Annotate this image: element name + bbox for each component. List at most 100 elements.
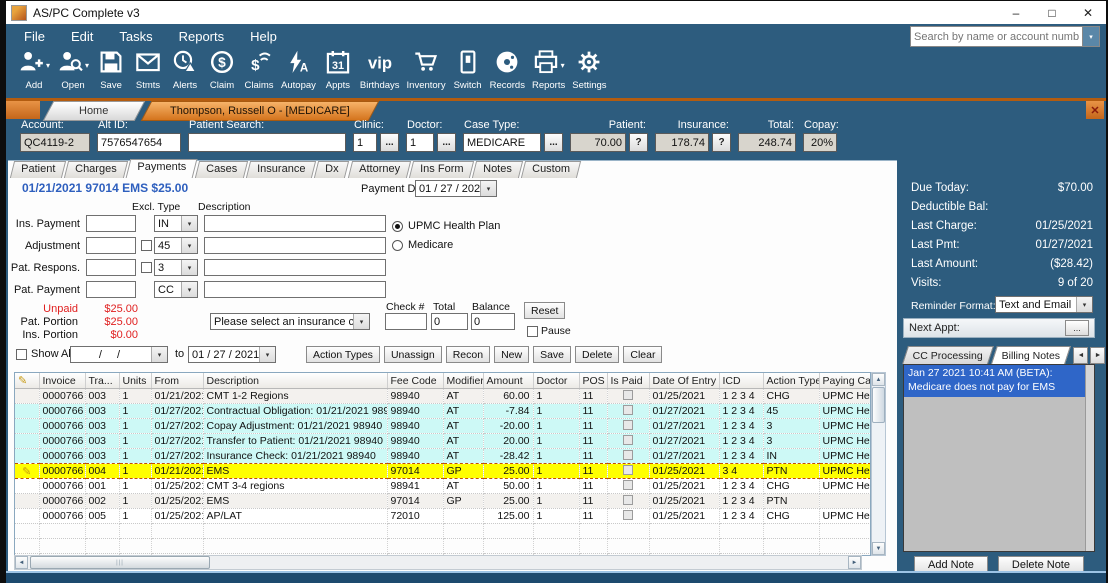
menu-help[interactable]: Help (250, 29, 277, 44)
patient-field[interactable]: 70.00 (570, 133, 626, 152)
col-header-doctor[interactable]: Doctor (533, 373, 579, 389)
payment-date-select[interactable]: 01 / 27 / 2021▾ (415, 180, 497, 197)
col-header-action-type[interactable]: Action Type (763, 373, 819, 389)
toolbar-alerts[interactable]: Alerts (170, 49, 200, 98)
copay-field[interactable]: 20% (803, 133, 837, 152)
tab-scroll-right-icon[interactable]: ► (1090, 347, 1105, 364)
grid-horizontal-scrollbar[interactable]: ◄ ||| ► (14, 555, 862, 570)
menu-file[interactable]: File (24, 29, 45, 44)
billing-note[interactable]: Jan 27 2021 10:41 AM (BETA): Medicare do… (904, 365, 1086, 397)
tab-attorney[interactable]: Attorney (348, 161, 411, 178)
search-dropdown-button[interactable]: ▾ (1082, 27, 1099, 46)
tab-insurance[interactable]: Insurance (246, 161, 317, 178)
notes-scrollbar[interactable] (1085, 365, 1094, 551)
grid-vertical-scrollbar[interactable]: ▲ ▼ (871, 372, 886, 556)
ins-payment-type-select[interactable]: IN▾ (154, 215, 198, 232)
show-all-checkbox[interactable] (16, 349, 27, 360)
ins-payment-description-input[interactable] (204, 215, 386, 232)
tab-payments[interactable]: Payments (125, 159, 197, 178)
col-header-date-of-entry[interactable]: Date Of Entry (649, 373, 719, 389)
close-icon[interactable]: ✕ (1070, 1, 1106, 24)
pat-payment-type-select[interactable]: CC▾ (154, 281, 198, 298)
unassign-button[interactable]: Unassign (384, 346, 442, 363)
pat-respons-type-select[interactable]: 3▾ (154, 259, 198, 276)
scroll-left-icon[interactable]: ◄ (15, 556, 28, 569)
search-input[interactable] (911, 27, 1082, 46)
table-row[interactable]: 0000766003101/27/2021Copay Adjustment: 0… (15, 419, 870, 434)
insurance-company-select[interactable]: Please select an insurance company▾ (210, 313, 370, 330)
tab-ins-form[interactable]: Ins Form (409, 161, 475, 178)
table-row[interactable]: 0000766002101/25/2021EMS97014GP25.001110… (15, 494, 870, 509)
patient-help-button[interactable]: ? (629, 133, 648, 152)
next-appt-lookup-button[interactable]: ... (1065, 320, 1089, 336)
minimize-icon[interactable]: – (998, 1, 1034, 24)
ins-payment-amount-input[interactable] (86, 215, 136, 232)
clinic-field[interactable]: 1 (353, 133, 377, 152)
tab-cases[interactable]: Cases (195, 161, 248, 178)
patient_search-field[interactable] (188, 133, 346, 152)
col-header-modifier[interactable]: Modifier (443, 373, 483, 389)
payer-radio-upmc-health-plan[interactable]: UPMC Health Plan (392, 218, 500, 234)
date-to-select[interactable]: 01 / 27 / 2021▾ (188, 346, 276, 363)
tab-custom[interactable]: Custom (521, 161, 581, 178)
table-row[interactable]: 0000766003101/27/2021Transfer to Patient… (15, 434, 870, 449)
toolbar-claim[interactable]: $Claim (207, 49, 237, 98)
table-row[interactable]: 0000766001101/25/2021CMT 3-4 regions9894… (15, 479, 870, 494)
toolbar-stmts[interactable]: Stmts (133, 49, 163, 98)
adjustment-description-input[interactable] (204, 237, 386, 254)
col-header-icd[interactable]: ICD (719, 373, 763, 389)
scroll-down-icon[interactable]: ▼ (872, 542, 885, 555)
col-header-fee-code[interactable]: Fee Code (387, 373, 443, 389)
col-header-pos[interactable]: POS (579, 373, 607, 389)
insurance-help-button[interactable]: ? (712, 133, 731, 152)
table-row[interactable]: 0000766003101/27/2021Insurance Check: 01… (15, 449, 870, 464)
total-input[interactable] (431, 313, 468, 330)
excl-checkbox[interactable] (141, 240, 152, 251)
toolbar-birthdays[interactable]: vipBirthdays (360, 49, 400, 98)
tab-patient[interactable]: Patient (10, 161, 66, 178)
scrollbar-thumb[interactable]: ||| (30, 556, 210, 569)
chevron-down-icon[interactable]: ▾ (561, 61, 565, 70)
col-header-from[interactable]: From (151, 373, 203, 389)
toolbar-claims[interactable]: $Claims (244, 49, 274, 98)
delete-button[interactable]: Delete (575, 346, 619, 363)
doctor-field[interactable]: 1 (406, 133, 434, 152)
scroll-up-icon[interactable]: ▲ (872, 373, 885, 386)
chevron-down-icon[interactable]: ▾ (85, 61, 89, 70)
pause-checkbox[interactable] (527, 326, 538, 337)
col-header-description[interactable]: Description (203, 373, 387, 389)
menu-tasks[interactable]: Tasks (119, 29, 152, 44)
table-row[interactable]: 0000766003101/27/2021Contractual Obligat… (15, 404, 870, 419)
new-button[interactable]: New (494, 346, 529, 363)
scroll-right-icon[interactable]: ► (848, 556, 861, 569)
toolbar-open[interactable]: ▾Open (57, 49, 89, 98)
pat-payment-amount-input[interactable] (86, 281, 136, 298)
total-field[interactable]: 248.74 (738, 133, 796, 152)
save-button[interactable]: Save (533, 346, 571, 363)
toolbar-inventory[interactable]: Inventory (407, 49, 446, 98)
alt_id-field[interactable]: 7576547654 (97, 133, 181, 152)
scrollbar-thumb[interactable] (872, 387, 885, 423)
tab-dx[interactable]: Dx (314, 161, 350, 178)
payer-radio-medicare[interactable]: Medicare (392, 237, 453, 253)
tab-billing-notes[interactable]: Billing Notes (991, 346, 1071, 364)
col-header-invoice[interactable]: Invoice (39, 373, 85, 389)
pat-respons-amount-input[interactable] (86, 259, 136, 276)
clinic-lookup-button[interactable]: ... (380, 133, 399, 152)
pat-respons-description-input[interactable] (204, 259, 386, 276)
account-field[interactable]: QC4119-2 (20, 133, 90, 152)
tab-charges[interactable]: Charges (64, 161, 128, 178)
clear-button[interactable]: Clear (623, 346, 662, 363)
toolbar-add[interactable]: ▾Add (18, 49, 50, 98)
check-number-input[interactable] (385, 313, 427, 330)
balance-input[interactable] (471, 313, 515, 330)
recon-button[interactable]: Recon (446, 346, 490, 363)
toolbar-autopay[interactable]: AAutopay (281, 49, 316, 98)
toolbar-settings[interactable]: Settings (572, 49, 606, 98)
tab-notes[interactable]: Notes (472, 161, 523, 178)
table-row[interactable]: 0000766005101/25/2021AP/LAT72010125.0011… (15, 509, 870, 524)
tab-cc-processing[interactable]: CC Processing (902, 346, 994, 364)
case_type-field[interactable]: MEDICARE (463, 133, 541, 152)
col-header-amount[interactable]: Amount (483, 373, 533, 389)
toolbar-switch[interactable]: Switch (453, 49, 483, 98)
